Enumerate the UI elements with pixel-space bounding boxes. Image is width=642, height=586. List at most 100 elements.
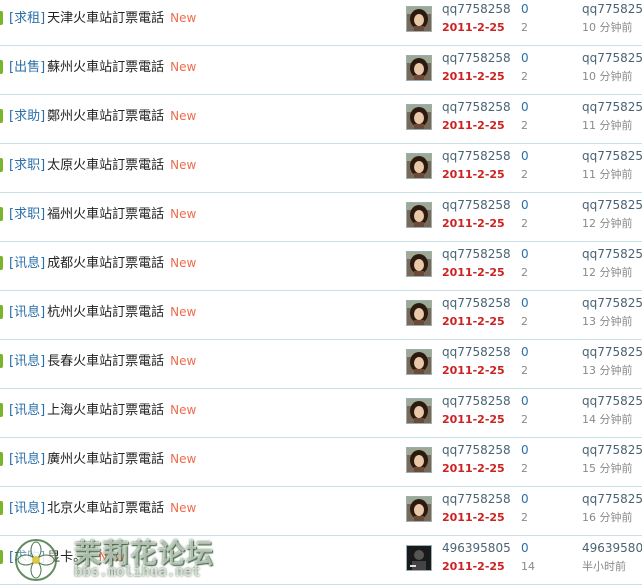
dark-avatar[interactable] [406, 545, 432, 571]
girl-avatar[interactable] [406, 398, 432, 424]
reply-count: 0 [521, 100, 529, 114]
category-link[interactable]: [求租] [9, 11, 45, 26]
category-link[interactable]: [讯息] [9, 501, 45, 516]
category-link[interactable]: [求职] [9, 207, 45, 222]
thread-title-link[interactable]: 上海火車站訂票電話 [47, 403, 164, 418]
reply-count: 0 [521, 492, 529, 506]
category-link[interactable]: [求购] [9, 550, 45, 565]
girl-avatar[interactable] [406, 202, 432, 228]
thread-title-link[interactable]: 太原火車站訂票電話 [47, 158, 164, 173]
category-link[interactable]: [讯息] [9, 256, 45, 271]
girl-avatar[interactable] [406, 447, 432, 473]
new-badge: New [170, 60, 197, 74]
girl-avatar[interactable] [406, 153, 432, 179]
author-link[interactable]: qq7758258 [442, 198, 511, 212]
category-link[interactable]: [讯息] [9, 403, 45, 418]
last-post-cell: qq7758258 10 分钟前 [582, 51, 642, 84]
post-date: 2011-2-25 [442, 70, 505, 83]
thread-title-link[interactable]: 天津火車站訂票電話 [47, 11, 164, 26]
author-link[interactable]: 496395805 [442, 541, 511, 555]
last-post-time-link[interactable]: 14 分钟前 [582, 412, 642, 427]
last-post-time-link[interactable]: 15 分钟前 [582, 461, 642, 476]
last-post-time-link[interactable]: 12 分钟前 [582, 216, 642, 231]
last-post-time-link[interactable]: 13 分钟前 [582, 314, 642, 329]
last-poster-link[interactable]: 496395805 [582, 541, 642, 556]
last-poster-link[interactable]: qq7758258 [582, 247, 642, 262]
author-link[interactable]: qq7758258 [442, 443, 511, 457]
thread-title-cell: [求职] 太原火車站訂票電話 New [9, 155, 196, 175]
thread-list: [求租] 天津火車站訂票電話 New qq7758258 2011-2-25 0 2 qq77… [0, 0, 642, 586]
thread-row: [讯息] 上海火車站訂票電話 New qq7758258 2011-2-25 0 2 qq77… [0, 390, 642, 438]
last-poster-link[interactable]: qq7758258 [582, 443, 642, 458]
thread-title-cell: [求职] 福州火車站訂票電話 New [9, 204, 196, 224]
row-marker [0, 550, 3, 564]
category-link[interactable]: [求助] [9, 109, 45, 124]
thread-title-link[interactable]: 杭州火車站訂票電話 [47, 305, 164, 320]
last-poster-link[interactable]: qq7758258 [582, 2, 642, 17]
last-post-cell: qq7758258 13 分钟前 [582, 296, 642, 329]
view-count: 2 [521, 21, 528, 34]
counts-cell: 02 [521, 247, 529, 280]
last-poster-link[interactable]: qq7758258 [582, 345, 642, 360]
thread-title-link[interactable]: 福州火車站訂票電話 [47, 207, 164, 222]
author-link[interactable]: qq7758258 [442, 247, 511, 261]
thread-title-cell: [出售] 蘇州火車站訂票電話 New [9, 57, 196, 77]
category-link[interactable]: [讯息] [9, 452, 45, 467]
last-post-time-link[interactable]: 10 分钟前 [582, 20, 642, 35]
last-post-time-link[interactable]: 11 分钟前 [582, 167, 642, 182]
view-count: 14 [521, 560, 535, 573]
author-link[interactable]: qq7758258 [442, 345, 511, 359]
thread-title-link[interactable]: 显卡。。 [47, 550, 93, 565]
last-post-cell: qq7758258 15 分钟前 [582, 443, 642, 476]
last-poster-link[interactable]: qq7758258 [582, 394, 642, 409]
last-post-time-link[interactable]: 半小时前 [582, 559, 642, 574]
author-link[interactable]: qq7758258 [442, 296, 511, 310]
last-poster-link[interactable]: qq7758258 [582, 296, 642, 311]
author-cell: qq7758258 2011-2-25 [442, 198, 511, 231]
row-marker [0, 109, 3, 123]
last-post-cell: qq7758258 10 分钟前 [582, 2, 642, 35]
thread-title-link[interactable]: 北京火車站訂票電話 [47, 501, 164, 516]
girl-avatar[interactable] [406, 300, 432, 326]
author-link[interactable]: qq7758258 [442, 51, 511, 65]
last-post-time-link[interactable]: 16 分钟前 [582, 510, 642, 525]
reply-count: 0 [521, 345, 529, 359]
author-link[interactable]: qq7758258 [442, 492, 511, 506]
author-link[interactable]: qq7758258 [442, 149, 511, 163]
last-poster-link[interactable]: qq7758258 [582, 198, 642, 213]
thread-row: [讯息] 北京火車站訂票電話 New qq7758258 2011-2-25 0 2 qq77… [0, 488, 642, 536]
thread-title-link[interactable]: 長春火車站訂票電話 [47, 354, 164, 369]
girl-avatar[interactable] [406, 104, 432, 130]
thread-title-link[interactable]: 成都火車站訂票電話 [47, 256, 164, 271]
new-badge: New [170, 305, 197, 319]
girl-avatar[interactable] [406, 55, 432, 81]
last-poster-link[interactable]: qq7758258 [582, 492, 642, 507]
category-link[interactable]: [出售] [9, 60, 45, 75]
post-date: 2011-2-25 [442, 462, 505, 475]
thread-row: [出售] 蘇州火車站訂票電話 New qq7758258 2011-2-25 0 2 qq77… [0, 47, 642, 95]
last-post-time-link[interactable]: 13 分钟前 [582, 363, 642, 378]
category-link[interactable]: [求职] [9, 158, 45, 173]
girl-avatar[interactable] [406, 6, 432, 32]
last-poster-link[interactable]: qq7758258 [582, 100, 642, 115]
new-badge: New [170, 109, 197, 123]
category-link[interactable]: [讯息] [9, 354, 45, 369]
view-count: 2 [521, 413, 528, 426]
author-cell: qq7758258 2011-2-25 [442, 492, 511, 525]
last-post-time-link[interactable]: 12 分钟前 [582, 265, 642, 280]
thread-title-link[interactable]: 廣州火車站訂票電話 [47, 452, 164, 467]
author-link[interactable]: qq7758258 [442, 2, 511, 16]
author-link[interactable]: qq7758258 [442, 100, 511, 114]
thread-row: [讯息] 長春火車站訂票電話 New qq7758258 2011-2-25 0 2 qq77… [0, 341, 642, 389]
last-poster-link[interactable]: qq7758258 [582, 149, 642, 164]
girl-avatar[interactable] [406, 349, 432, 375]
girl-avatar[interactable] [406, 251, 432, 277]
thread-title-link[interactable]: 鄭州火車站訂票電話 [47, 109, 164, 124]
thread-title-link[interactable]: 蘇州火車站訂票電話 [47, 60, 164, 75]
last-post-time-link[interactable]: 10 分钟前 [582, 69, 642, 84]
author-link[interactable]: qq7758258 [442, 394, 511, 408]
category-link[interactable]: [讯息] [9, 305, 45, 320]
girl-avatar[interactable] [406, 496, 432, 522]
last-post-time-link[interactable]: 11 分钟前 [582, 118, 642, 133]
last-poster-link[interactable]: qq7758258 [582, 51, 642, 66]
